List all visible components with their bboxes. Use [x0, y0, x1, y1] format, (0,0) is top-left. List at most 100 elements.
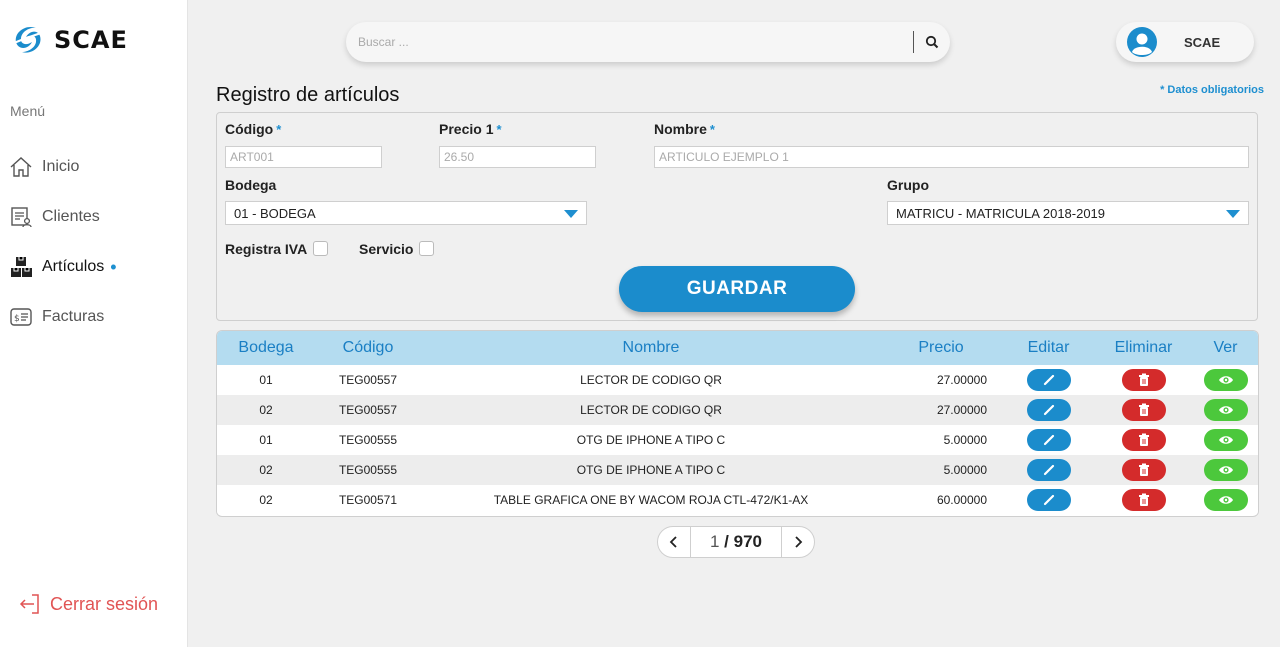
sidebar-item-clientes[interactable]: Clientes: [8, 192, 184, 242]
boxes-icon: [8, 254, 34, 280]
view-button[interactable]: [1203, 459, 1248, 481]
table-row: 02 TEG00557 LECTOR DE CODIGO QR 27.00000: [217, 395, 1258, 425]
cell-nombre: OTG DE IPHONE A TIPO C: [421, 425, 881, 455]
user-avatar-icon: [1127, 27, 1157, 57]
bodega-select[interactable]: 01 - BODEGA: [225, 201, 587, 225]
cell-codigo: TEG00571: [315, 485, 421, 515]
cell-eliminar: [1096, 395, 1191, 425]
cell-ver: [1191, 455, 1258, 485]
cell-codigo: TEG00557: [315, 365, 421, 395]
page-indicator: 1 / 970: [691, 532, 781, 552]
delete-button[interactable]: [1121, 369, 1166, 391]
cell-ver: [1191, 365, 1258, 395]
header-codigo[interactable]: Código: [315, 331, 421, 365]
invoice-icon: $: [8, 304, 34, 330]
bodega-select-value: 01 - BODEGA: [234, 205, 316, 221]
view-button[interactable]: [1203, 399, 1248, 421]
search-input[interactable]: [346, 35, 913, 49]
edit-button[interactable]: [1026, 489, 1071, 511]
header-eliminar: Eliminar: [1096, 331, 1191, 365]
servicio-checkbox[interactable]: [419, 241, 434, 256]
grupo-select[interactable]: MATRICU - MATRICULA 2018-2019: [887, 201, 1249, 225]
logo[interactable]: SCAE: [10, 22, 128, 58]
sidebar-item-label: Inicio: [42, 158, 80, 175]
cell-eliminar: [1096, 425, 1191, 455]
header-editar: Editar: [1001, 331, 1096, 365]
trash-icon: [1138, 493, 1149, 506]
trash-icon: [1138, 403, 1149, 416]
cell-editar: [1001, 455, 1096, 485]
delete-button[interactable]: [1121, 399, 1166, 421]
pencil-icon: [1043, 374, 1054, 386]
menu-label: Menú: [10, 103, 46, 119]
cell-nombre: OTG DE IPHONE A TIPO C: [421, 455, 881, 485]
prev-page-button[interactable]: [658, 527, 690, 557]
brand-name: SCAE: [54, 26, 128, 54]
edit-button[interactable]: [1026, 369, 1071, 391]
trash-icon: [1138, 373, 1149, 386]
pagination: 1 / 970: [657, 526, 815, 558]
edit-button[interactable]: [1026, 459, 1071, 481]
cell-eliminar: [1096, 365, 1191, 395]
codigo-label-text: Código: [225, 121, 274, 137]
cell-bodega: 02: [217, 395, 315, 425]
sidebar-item-facturas[interactable]: $ Facturas: [8, 292, 184, 342]
sidebar-nav: Inicio Clientes Artículos • $ Facturas: [8, 142, 184, 342]
clients-icon: [8, 204, 34, 230]
sidebar-item-label: Clientes: [42, 208, 100, 225]
header-precio[interactable]: Precio: [881, 331, 1001, 365]
table-row: 02 TEG00555 OTG DE IPHONE A TIPO C 5.00000: [217, 455, 1258, 485]
edit-button[interactable]: [1026, 429, 1071, 451]
chevron-right-icon: [795, 536, 803, 548]
codigo-field[interactable]: [225, 146, 382, 168]
table-row: 02 TEG00571 TABLE GRAFICA ONE BY WACOM ROJ…: [217, 485, 1258, 515]
cell-eliminar: [1096, 485, 1191, 515]
chevron-down-icon: [564, 210, 578, 218]
cell-eliminar: [1096, 455, 1191, 485]
eye-icon: [1218, 436, 1233, 444]
header-bodega[interactable]: Bodega: [217, 331, 315, 365]
pencil-icon: [1043, 434, 1054, 446]
user-menu[interactable]: SCAE: [1116, 22, 1254, 62]
cell-precio: 5.00000: [881, 425, 1001, 455]
delete-button[interactable]: [1121, 459, 1166, 481]
search-bar: [346, 22, 950, 62]
header-ver: Ver: [1191, 331, 1258, 365]
cell-codigo: TEG00555: [315, 425, 421, 455]
header-nombre[interactable]: Nombre: [421, 331, 881, 365]
next-page-button[interactable]: [782, 527, 814, 557]
iva-label: Registra IVA: [225, 241, 308, 257]
logout-label: Cerrar sesión: [50, 593, 159, 614]
logout-button[interactable]: Cerrar sesión: [18, 592, 158, 616]
cell-ver: [1191, 425, 1258, 455]
table-row: 01 TEG00555 OTG DE IPHONE A TIPO C 5.00000: [217, 425, 1258, 455]
delete-button[interactable]: [1121, 489, 1166, 511]
required-star: *: [496, 122, 502, 137]
nombre-field[interactable]: [654, 146, 1249, 168]
cell-precio: 27.00000: [881, 365, 1001, 395]
iva-checkbox[interactable]: [313, 241, 328, 256]
view-button[interactable]: [1203, 489, 1248, 511]
cell-nombre: TABLE GRAFICA ONE BY WACOM ROJA CTL-472/…: [421, 485, 881, 515]
cell-editar: [1001, 425, 1096, 455]
cell-bodega: 02: [217, 455, 315, 485]
article-form: Código* Precio 1* Nombre* Bodega 01 - BO…: [216, 112, 1258, 321]
view-button[interactable]: [1203, 429, 1248, 451]
eye-icon: [1218, 496, 1233, 504]
view-button[interactable]: [1203, 369, 1248, 391]
logo-icon: [11, 26, 45, 53]
cell-bodega: 02: [217, 485, 315, 515]
current-page: 1: [709, 532, 720, 551]
cell-codigo: TEG00555: [315, 455, 421, 485]
sidebar-item-articulos[interactable]: Artículos •: [8, 242, 184, 292]
sidebar-item-inicio[interactable]: Inicio: [8, 142, 184, 192]
save-button[interactable]: GUARDAR: [619, 266, 855, 312]
cell-precio: 5.00000: [881, 455, 1001, 485]
cell-bodega: 01: [217, 425, 315, 455]
search-button[interactable]: [914, 22, 950, 62]
edit-button[interactable]: [1026, 399, 1071, 421]
precio-field[interactable]: [439, 146, 596, 168]
cell-editar: [1001, 485, 1096, 515]
delete-button[interactable]: [1121, 429, 1166, 451]
logout-icon: [19, 594, 39, 614]
